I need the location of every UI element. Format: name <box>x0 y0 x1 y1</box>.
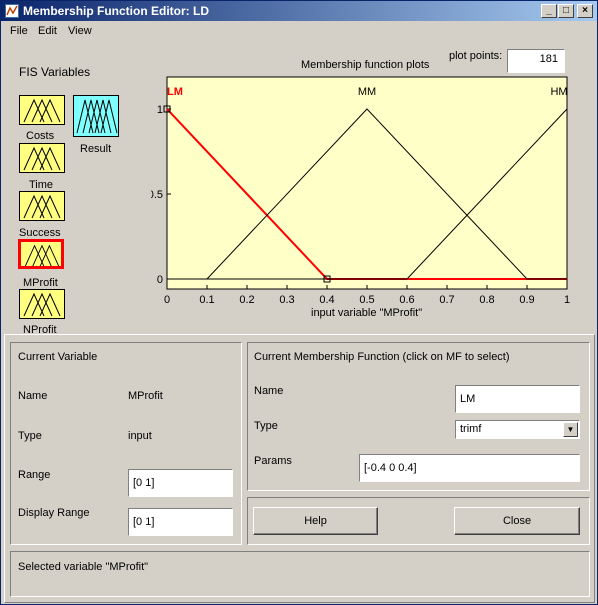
time-variable-label: Time <box>29 179 54 191</box>
x-tick-label: 0.3 <box>279 294 294 306</box>
result-variable-label: Result <box>80 143 112 155</box>
mf-label-mm[interactable]: MM <box>358 86 376 98</box>
minimize-icon[interactable]: _ <box>541 4 557 18</box>
close-icon[interactable]: × <box>577 4 593 18</box>
x-tick-label: 0.8 <box>479 294 494 306</box>
params-input[interactable]: [-0.4 0 0.4] <box>359 454 580 482</box>
current-mf-group: Current Membership Function (click on MF… <box>247 342 590 491</box>
plot-points-input[interactable]: 181 <box>507 49 565 73</box>
membership-function-editor-window: Membership Function Editor: LD _ □ × Fil… <box>0 0 598 605</box>
status-text: Selected variable "MProfit" <box>18 561 149 573</box>
x-tick-label: 1 <box>564 294 570 306</box>
menu-file[interactable]: File <box>10 25 28 37</box>
result-variable-icon[interactable] <box>73 95 119 137</box>
button-group: Help Close <box>247 497 590 545</box>
x-tick-label: 0.7 <box>439 294 454 306</box>
mf-label-hm[interactable]: HM <box>550 86 567 98</box>
mprofit-variable-icon[interactable] <box>18 239 64 269</box>
mf-type-label: Type <box>254 420 278 432</box>
mf-type-value: trimf <box>460 423 482 435</box>
menu-bar: File Edit View <box>1 21 597 41</box>
display-range-label: Display Range <box>18 507 90 519</box>
status-bar: Selected variable "MProfit" <box>10 551 590 597</box>
maximize-icon[interactable]: □ <box>558 4 574 18</box>
range-label: Range <box>18 469 51 481</box>
title-bar[interactable]: Membership Function Editor: LD _ □ × <box>1 1 597 21</box>
variable-type-value: input <box>128 430 152 442</box>
costs-variable-label: Costs <box>26 130 55 142</box>
mf-name-input[interactable]: LM <box>455 385 580 413</box>
current-variable-heading: Current Variable <box>18 351 98 363</box>
y-tick-label: 0 <box>157 274 163 286</box>
x-tick-label: 0.6 <box>399 294 414 306</box>
mf-name-label: Name <box>254 385 284 397</box>
help-button[interactable]: Help <box>253 507 378 535</box>
params-label: Params <box>254 455 292 467</box>
y-tick-label: 1 <box>157 104 163 116</box>
y-tick-label: 0.5 <box>151 189 163 201</box>
mprofit-variable-label: MProfit <box>23 277 58 289</box>
nprofit-variable-icon[interactable] <box>19 289 65 319</box>
costs-variable-icon[interactable] <box>19 95 65 125</box>
success-variable-icon[interactable] <box>19 191 65 221</box>
variable-name-label: Name <box>18 390 48 402</box>
window-title: Membership Function Editor: LD <box>23 4 209 18</box>
plot-points-label: plot points: <box>449 50 503 62</box>
x-tick-label: 0.9 <box>519 294 534 306</box>
fis-variables-heading: FIS Variables <box>19 65 91 79</box>
x-tick-label: 0 <box>164 294 170 306</box>
close-button[interactable]: Close <box>454 507 580 535</box>
x-tick-label: 0.2 <box>239 294 254 306</box>
matlab-app-icon <box>5 4 19 18</box>
chevron-down-icon[interactable]: ▼ <box>563 422 578 437</box>
x-tick-label: 0.1 <box>199 294 214 306</box>
membership-function-plot[interactable]: 0 0.1 0.2 0.3 0.4 0.5 0.6 0.7 0.8 0.9 1 0 0.5 1 LM MM HM <box>151 73 581 309</box>
time-variable-icon[interactable] <box>19 143 65 173</box>
current-variable-group: Current Variable Name MProfit Type input… <box>10 342 242 545</box>
variable-type-label: Type <box>18 430 42 442</box>
range-input[interactable]: [0 1] <box>128 469 233 497</box>
mf-type-select[interactable]: trimf ▼ <box>455 420 580 439</box>
success-variable-label: Success <box>19 227 61 239</box>
mf-label-lm[interactable]: LM <box>167 86 183 98</box>
menu-edit[interactable]: Edit <box>38 25 57 37</box>
x-axis-label: input variable "MProfit" <box>311 307 423 319</box>
plot-title: Membership function plots <box>301 59 430 71</box>
x-tick-label: 0.4 <box>319 294 334 306</box>
variable-name-value: MProfit <box>128 390 163 402</box>
current-mf-heading: Current Membership Function (click on MF… <box>254 351 510 363</box>
display-range-input[interactable]: [0 1] <box>128 508 233 536</box>
x-tick-label: 0.5 <box>359 294 374 306</box>
menu-view[interactable]: View <box>68 25 92 37</box>
